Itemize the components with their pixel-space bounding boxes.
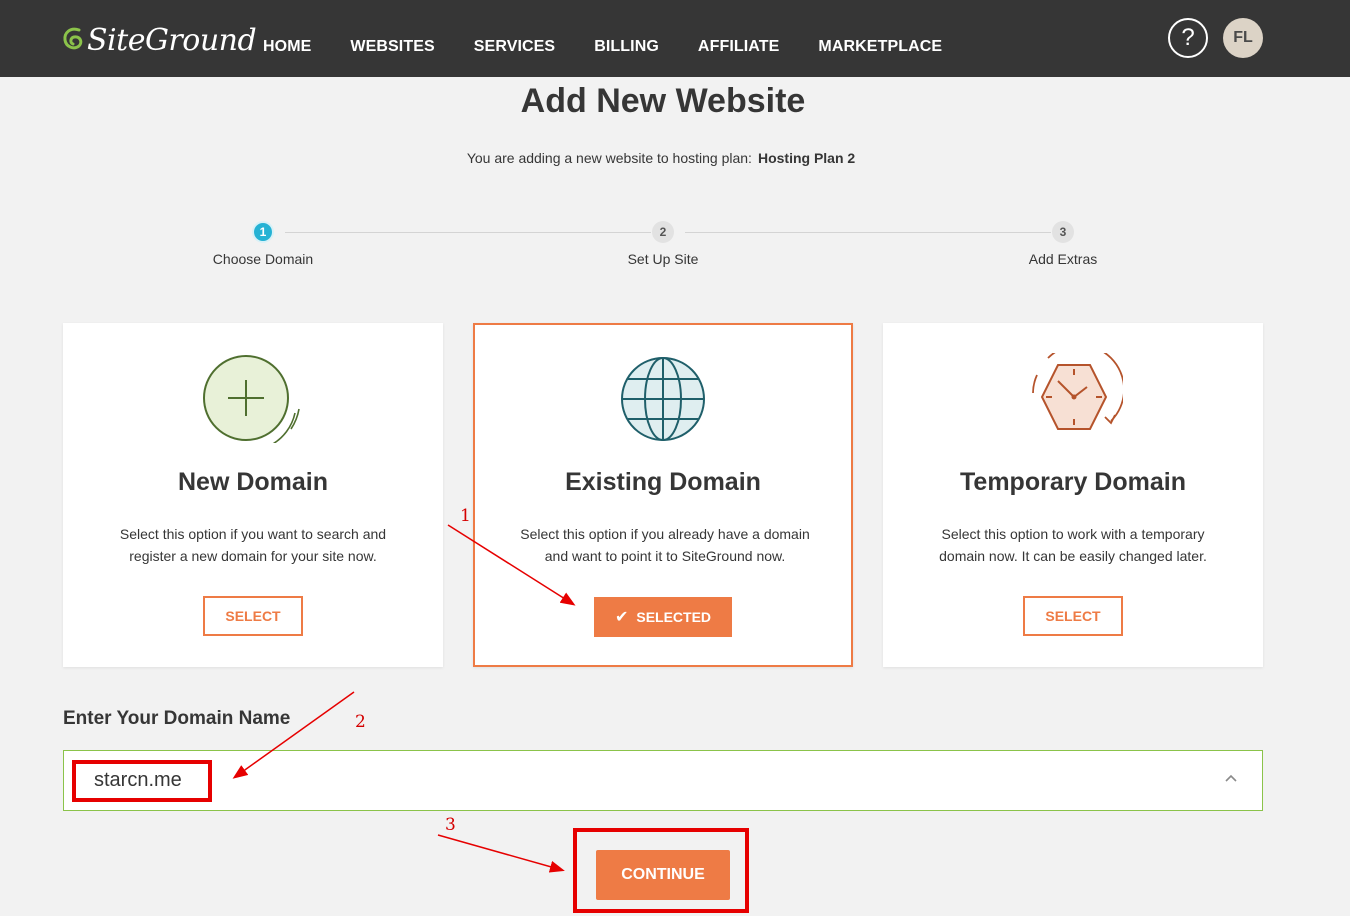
annotation-arrow-3 [437, 834, 565, 873]
annotation-number-2: 2 [355, 712, 366, 732]
nav-home[interactable]: HOME [263, 38, 311, 56]
card-title: New Domain [177, 468, 329, 496]
logo-text: SiteGround [87, 22, 257, 58]
user-avatar[interactable]: FL [1223, 18, 1263, 58]
plus-circle-icon [203, 355, 300, 443]
nav-services[interactable]: SERVICES [474, 38, 555, 56]
existing-domain-card[interactable]: Existing Domain Select this option if yo… [473, 323, 853, 667]
nav-affiliate[interactable]: AFFILIATE [698, 38, 779, 56]
nav-websites[interactable]: WEBSITES [350, 38, 434, 56]
annotation-box-continue [573, 828, 749, 913]
step-2-indicator: 2 [652, 221, 674, 243]
checkmark-icon: ✔ [614, 609, 629, 626]
step-1-indicator: 1 [252, 221, 274, 243]
help-button[interactable]: ? [1168, 18, 1208, 58]
hosting-plan-name: Hosting Plan 2 [757, 150, 856, 166]
step-3-indicator: 3 [1052, 221, 1074, 243]
card-description: Select this option if you already have a… [520, 526, 810, 564]
top-navigation-bar: SiteGround HOME WEBSITES SERVICES BILLIN… [0, 0, 1350, 77]
stepper-line [285, 232, 651, 233]
step-2-label: Set Up Site [627, 251, 699, 267]
selected-existing-domain-button[interactable]: ✔ SELECTED [594, 597, 732, 637]
annotation-number-3: 3 [445, 815, 456, 835]
new-domain-card[interactable]: New Domain Select this option if you wan… [63, 323, 443, 667]
main-nav: HOME WEBSITES SERVICES BILLING AFFILIATE… [263, 38, 981, 56]
domain-name-input[interactable]: starcn.me [63, 750, 1263, 811]
temporary-domain-card[interactable]: Temporary Domain Select this option to w… [883, 323, 1263, 667]
page-title: Add New Website [520, 82, 806, 120]
question-mark-icon: ? [1181, 24, 1195, 51]
page-subtitle: You are adding a new website to hosting … [0, 150, 1322, 166]
select-temporary-domain-button[interactable]: SELECT [1023, 596, 1123, 636]
siteground-logo-icon [63, 27, 83, 50]
select-new-domain-button[interactable]: SELECT [203, 596, 303, 636]
globe-icon [621, 357, 705, 441]
card-title: Existing Domain [565, 468, 761, 496]
card-description: Select this option to work with a tempor… [939, 526, 1207, 564]
card-description: Select this option if you want to search… [119, 526, 387, 564]
domain-field-label: Enter Your Domain Name [63, 708, 291, 729]
step-3-label: Add Extras [1028, 251, 1098, 267]
chevron-up-icon[interactable] [1224, 767, 1238, 788]
card-title: Temporary Domain [960, 468, 1186, 496]
clock-icon [1032, 353, 1123, 430]
nav-billing[interactable]: BILLING [594, 38, 659, 56]
nav-marketplace[interactable]: MARKETPLACE [818, 38, 942, 56]
annotation-number-1: 1 [460, 506, 471, 526]
stepper-line [685, 232, 1051, 233]
selected-button-label: SELECTED [636, 609, 712, 625]
annotation-box-domain [72, 760, 212, 802]
siteground-logo[interactable]: SiteGround [62, 20, 257, 60]
subtitle-text: You are adding a new website to hosting … [466, 150, 752, 166]
step-1-label: Choose Domain [212, 251, 314, 267]
